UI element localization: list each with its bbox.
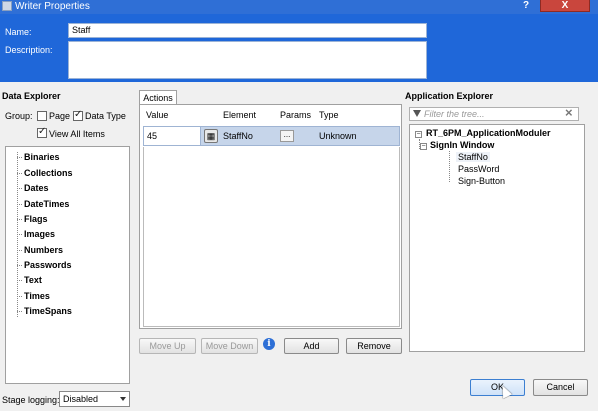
clear-filter-icon[interactable]: × [565, 106, 573, 120]
column-element: Element [223, 110, 257, 120]
tree-item-times[interactable]: Times [17, 291, 50, 301]
tree-leaf-password[interactable]: PassWord [458, 164, 499, 174]
view-all-checkbox[interactable] [37, 126, 47, 138]
tree-root-application[interactable]: RT_6PM_ApplicationModuler [426, 128, 551, 138]
chevron-down-icon [120, 397, 126, 401]
help-button[interactable]: ? [520, 0, 532, 12]
stage-logging-label: Stage logging: [2, 395, 60, 405]
application-explorer-title: Application Explorer [405, 91, 494, 101]
value-text: 45 [147, 131, 158, 141]
tree-item-text[interactable]: Text [17, 275, 42, 285]
remove-button[interactable]: Remove [346, 338, 402, 354]
info-icon[interactable]: i [263, 338, 275, 350]
move-up-button[interactable]: Move Up [139, 338, 196, 354]
view-all-checkbox-label: View All Items [49, 129, 105, 139]
element-text: StaffNo [223, 131, 253, 141]
description-input[interactable] [68, 41, 427, 79]
data-type-checkbox-label: Data Type [85, 111, 126, 121]
tree-item-images[interactable]: Images [17, 229, 55, 239]
calculator-icon[interactable]: ▦ [204, 129, 218, 143]
add-button[interactable]: Add [284, 338, 339, 354]
tree-item-collections[interactable]: Collections [17, 168, 73, 178]
data-explorer-tree: Binaries Collections Dates DateTimes Fla… [5, 146, 130, 384]
stage-logging-select[interactable]: Disabled [59, 391, 130, 407]
tree-leaf-sign-button[interactable]: Sign-Button [458, 176, 505, 186]
data-type-checkbox[interactable] [73, 109, 83, 121]
window-title: Writer Properties [15, 1, 90, 12]
params-button[interactable]: ... [280, 130, 294, 142]
name-input[interactable]: Staff [68, 23, 427, 38]
name-label: Name: [5, 27, 32, 37]
tree-item-datetimes[interactable]: DateTimes [17, 199, 69, 209]
tree-item-passwords[interactable]: Passwords [17, 260, 72, 270]
tree-leaf-staffno[interactable]: StaffNo [456, 152, 490, 162]
grid-empty-area [143, 147, 400, 327]
tree-node-signin-window[interactable]: SignIn Window [430, 140, 494, 150]
tab-actions[interactable]: Actions [139, 90, 177, 105]
cancel-button[interactable]: Cancel [533, 379, 588, 396]
title-bar: Writer Properties ? X [0, 0, 598, 14]
column-value: Value [146, 110, 169, 120]
column-params: Params [280, 110, 312, 120]
table-row[interactable]: 45 ▦ StaffNo ... Unknown [143, 126, 400, 146]
group-label: Group: [5, 111, 33, 121]
description-label: Description: [5, 45, 53, 55]
application-explorer-tree: − RT_6PM_ApplicationModuler − SignIn Win… [409, 124, 585, 352]
tree-item-numbers[interactable]: Numbers [17, 245, 63, 255]
type-text: Unknown [319, 131, 357, 141]
tree-connector [449, 151, 450, 182]
page-checkbox-label: Page [49, 111, 71, 121]
funnel-icon [413, 110, 421, 117]
data-explorer-title: Data Explorer [2, 91, 61, 101]
tree-item-timespans[interactable]: TimeSpans [17, 306, 72, 316]
filter-placeholder: Filter the tree... [424, 109, 485, 119]
actions-panel: Value Element Params Type 45 ▦ StaffNo .… [139, 104, 402, 329]
page-checkbox[interactable] [37, 111, 47, 121]
stage-logging-value: Disabled [63, 394, 99, 404]
move-down-button[interactable]: Move Down [201, 338, 258, 354]
tree-item-flags[interactable]: Flags [17, 214, 48, 224]
tree-item-dates[interactable]: Dates [17, 183, 49, 193]
collapse-icon[interactable]: − [415, 131, 422, 138]
collapse-icon[interactable]: − [420, 143, 427, 150]
close-button[interactable]: X [540, 0, 590, 12]
column-type: Type [319, 110, 339, 120]
tree-item-binaries[interactable]: Binaries [17, 152, 60, 162]
value-cell[interactable]: 45 [144, 127, 201, 145]
app-icon [2, 1, 12, 11]
filter-input[interactable]: Filter the tree... [409, 107, 579, 121]
grid-header: Value Element Params Type [143, 109, 400, 123]
